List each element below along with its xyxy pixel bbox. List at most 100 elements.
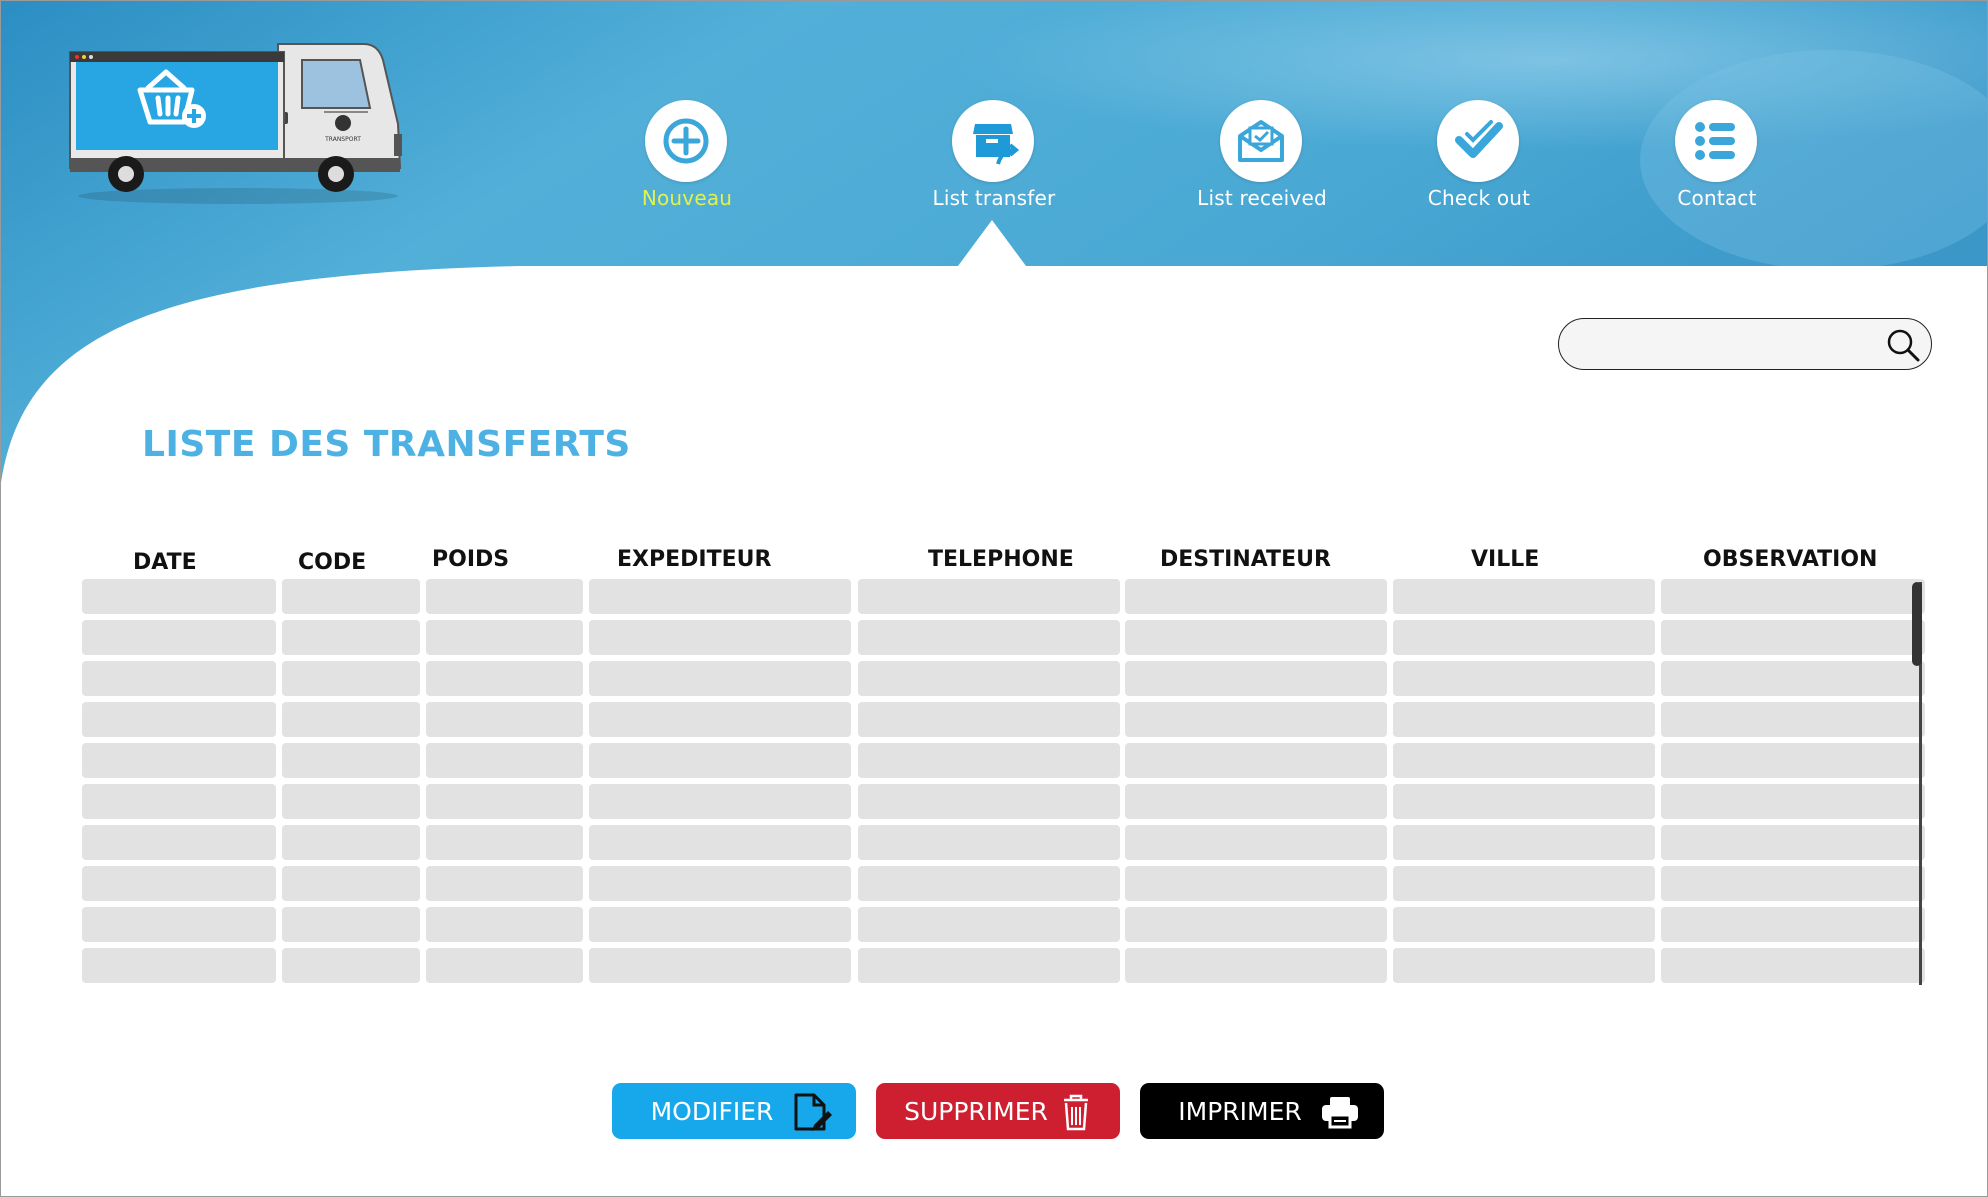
table-cell[interactable]	[1125, 702, 1387, 737]
table-cell[interactable]	[1125, 825, 1387, 860]
table-cell[interactable]	[1125, 784, 1387, 819]
search-icon[interactable]	[1883, 325, 1923, 365]
table-cell[interactable]	[426, 907, 583, 942]
table-cell[interactable]	[589, 784, 851, 819]
table-cell[interactable]	[82, 784, 276, 819]
table-cell[interactable]	[282, 825, 420, 860]
table-cell[interactable]	[1393, 743, 1655, 778]
table-cell[interactable]	[1661, 620, 1925, 655]
nav-contact[interactable]: Contact	[1617, 100, 1817, 220]
table-row[interactable]	[82, 784, 1925, 819]
table-cell[interactable]	[1661, 702, 1925, 737]
nav-check-out[interactable]: Check out	[1379, 100, 1579, 220]
table-row[interactable]	[82, 866, 1925, 901]
table-cell[interactable]	[1125, 743, 1387, 778]
table-cell[interactable]	[1125, 866, 1387, 901]
table-cell[interactable]	[858, 907, 1120, 942]
table-cell[interactable]	[1661, 825, 1925, 860]
nav-list-received[interactable]: List received	[1162, 100, 1362, 220]
table-cell[interactable]	[1125, 620, 1387, 655]
table-cell[interactable]	[1661, 784, 1925, 819]
table-cell[interactable]	[1393, 784, 1655, 819]
table-row[interactable]	[82, 907, 1925, 942]
table-row[interactable]	[82, 825, 1925, 860]
table-row[interactable]	[82, 743, 1925, 778]
modifier-button[interactable]: MODIFIER	[612, 1083, 856, 1139]
table-cell[interactable]	[82, 661, 276, 696]
table-cell[interactable]	[1393, 620, 1655, 655]
table-cell[interactable]	[282, 948, 420, 983]
nav-nouveau[interactable]: Nouveau	[587, 100, 787, 220]
table-cell[interactable]	[589, 866, 851, 901]
table-cell[interactable]	[82, 620, 276, 655]
table-cell[interactable]	[82, 702, 276, 737]
table-cell[interactable]	[1393, 948, 1655, 983]
table-cell[interactable]	[282, 661, 420, 696]
table-cell[interactable]	[858, 866, 1120, 901]
table-cell[interactable]	[589, 661, 851, 696]
table-cell[interactable]	[1661, 907, 1925, 942]
table-cell[interactable]	[589, 579, 851, 614]
table-cell[interactable]	[858, 948, 1120, 983]
table-row[interactable]	[82, 661, 1925, 696]
table-row[interactable]	[82, 702, 1925, 737]
table-cell[interactable]	[1393, 825, 1655, 860]
table-cell[interactable]	[82, 743, 276, 778]
table-cell[interactable]	[1125, 661, 1387, 696]
table-cell[interactable]	[1393, 907, 1655, 942]
table-cell[interactable]	[858, 784, 1120, 819]
table-scrollbar-thumb[interactable]	[1912, 582, 1922, 666]
table-cell[interactable]	[426, 702, 583, 737]
table-cell[interactable]	[1393, 661, 1655, 696]
table-cell[interactable]	[426, 784, 583, 819]
table-cell[interactable]	[858, 702, 1120, 737]
table-cell[interactable]	[426, 866, 583, 901]
table-cell[interactable]	[426, 661, 583, 696]
table-row[interactable]	[82, 579, 1925, 614]
table-cell[interactable]	[589, 948, 851, 983]
table-cell[interactable]	[589, 620, 851, 655]
search-input[interactable]	[1579, 329, 1873, 361]
table-cell[interactable]	[858, 579, 1120, 614]
table-cell[interactable]	[82, 948, 276, 983]
table-cell[interactable]	[282, 907, 420, 942]
table-cell[interactable]	[1661, 866, 1925, 901]
table-cell[interactable]	[858, 661, 1120, 696]
table-cell[interactable]	[858, 743, 1120, 778]
table-cell[interactable]	[1125, 948, 1387, 983]
table-cell[interactable]	[282, 743, 420, 778]
table-row[interactable]	[82, 620, 1925, 655]
table-cell[interactable]	[282, 579, 420, 614]
supprimer-button[interactable]: SUPPRIMER	[876, 1083, 1120, 1139]
table-cell[interactable]	[589, 743, 851, 778]
table-cell[interactable]	[1661, 743, 1925, 778]
table-cell[interactable]	[82, 907, 276, 942]
table-cell[interactable]	[589, 702, 851, 737]
table-cell[interactable]	[1393, 702, 1655, 737]
table-cell[interactable]	[1393, 579, 1655, 614]
table-cell[interactable]	[1661, 579, 1925, 614]
table-cell[interactable]	[282, 784, 420, 819]
table-cell[interactable]	[1125, 907, 1387, 942]
search-box[interactable]	[1558, 318, 1932, 370]
table-cell[interactable]	[282, 866, 420, 901]
table-cell[interactable]	[1393, 866, 1655, 901]
table-cell[interactable]	[426, 620, 583, 655]
nav-list-transfer[interactable]: List transfer	[894, 100, 1094, 220]
table-cell[interactable]	[82, 825, 276, 860]
table-cell[interactable]	[858, 825, 1120, 860]
table-cell[interactable]	[82, 866, 276, 901]
table-cell[interactable]	[589, 825, 851, 860]
table-cell[interactable]	[1125, 579, 1387, 614]
table-cell[interactable]	[426, 948, 583, 983]
table-cell[interactable]	[1661, 661, 1925, 696]
imprimer-button[interactable]: IMPRIMER	[1140, 1083, 1384, 1139]
table-cell[interactable]	[282, 702, 420, 737]
table-cell[interactable]	[426, 743, 583, 778]
table-cell[interactable]	[426, 579, 583, 614]
table-cell[interactable]	[282, 620, 420, 655]
table-cell[interactable]	[858, 620, 1120, 655]
table-cell[interactable]	[1661, 948, 1925, 983]
table-cell[interactable]	[82, 579, 276, 614]
table-cell[interactable]	[589, 907, 851, 942]
